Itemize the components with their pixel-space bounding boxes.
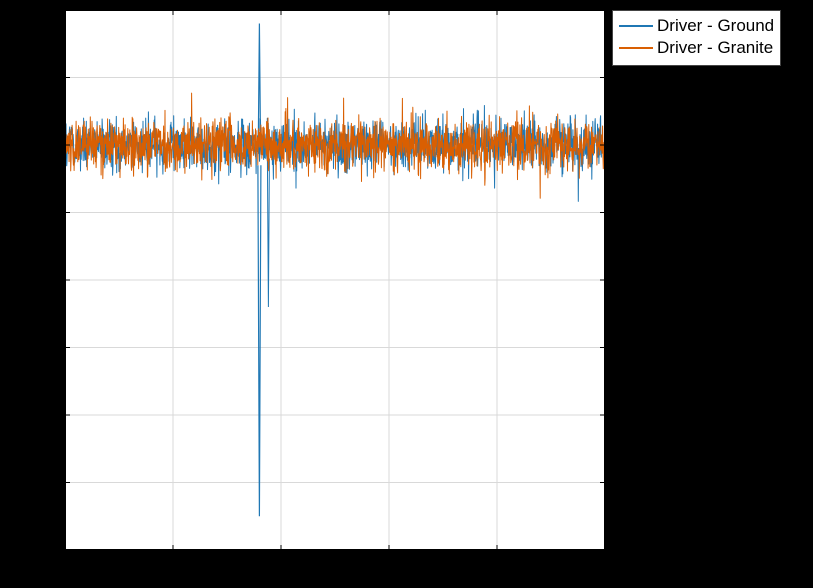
legend-entry-0: Driver - Ground	[619, 15, 774, 37]
legend-label-0: Driver - Ground	[657, 16, 774, 36]
legend-swatch-1	[619, 47, 653, 49]
legend: Driver - Ground Driver - Granite	[612, 10, 781, 66]
legend-entry-1: Driver - Granite	[619, 37, 774, 59]
legend-label-1: Driver - Granite	[657, 38, 773, 58]
chart-svg	[65, 10, 605, 550]
legend-swatch-0	[619, 25, 653, 27]
plot-area	[65, 10, 605, 550]
